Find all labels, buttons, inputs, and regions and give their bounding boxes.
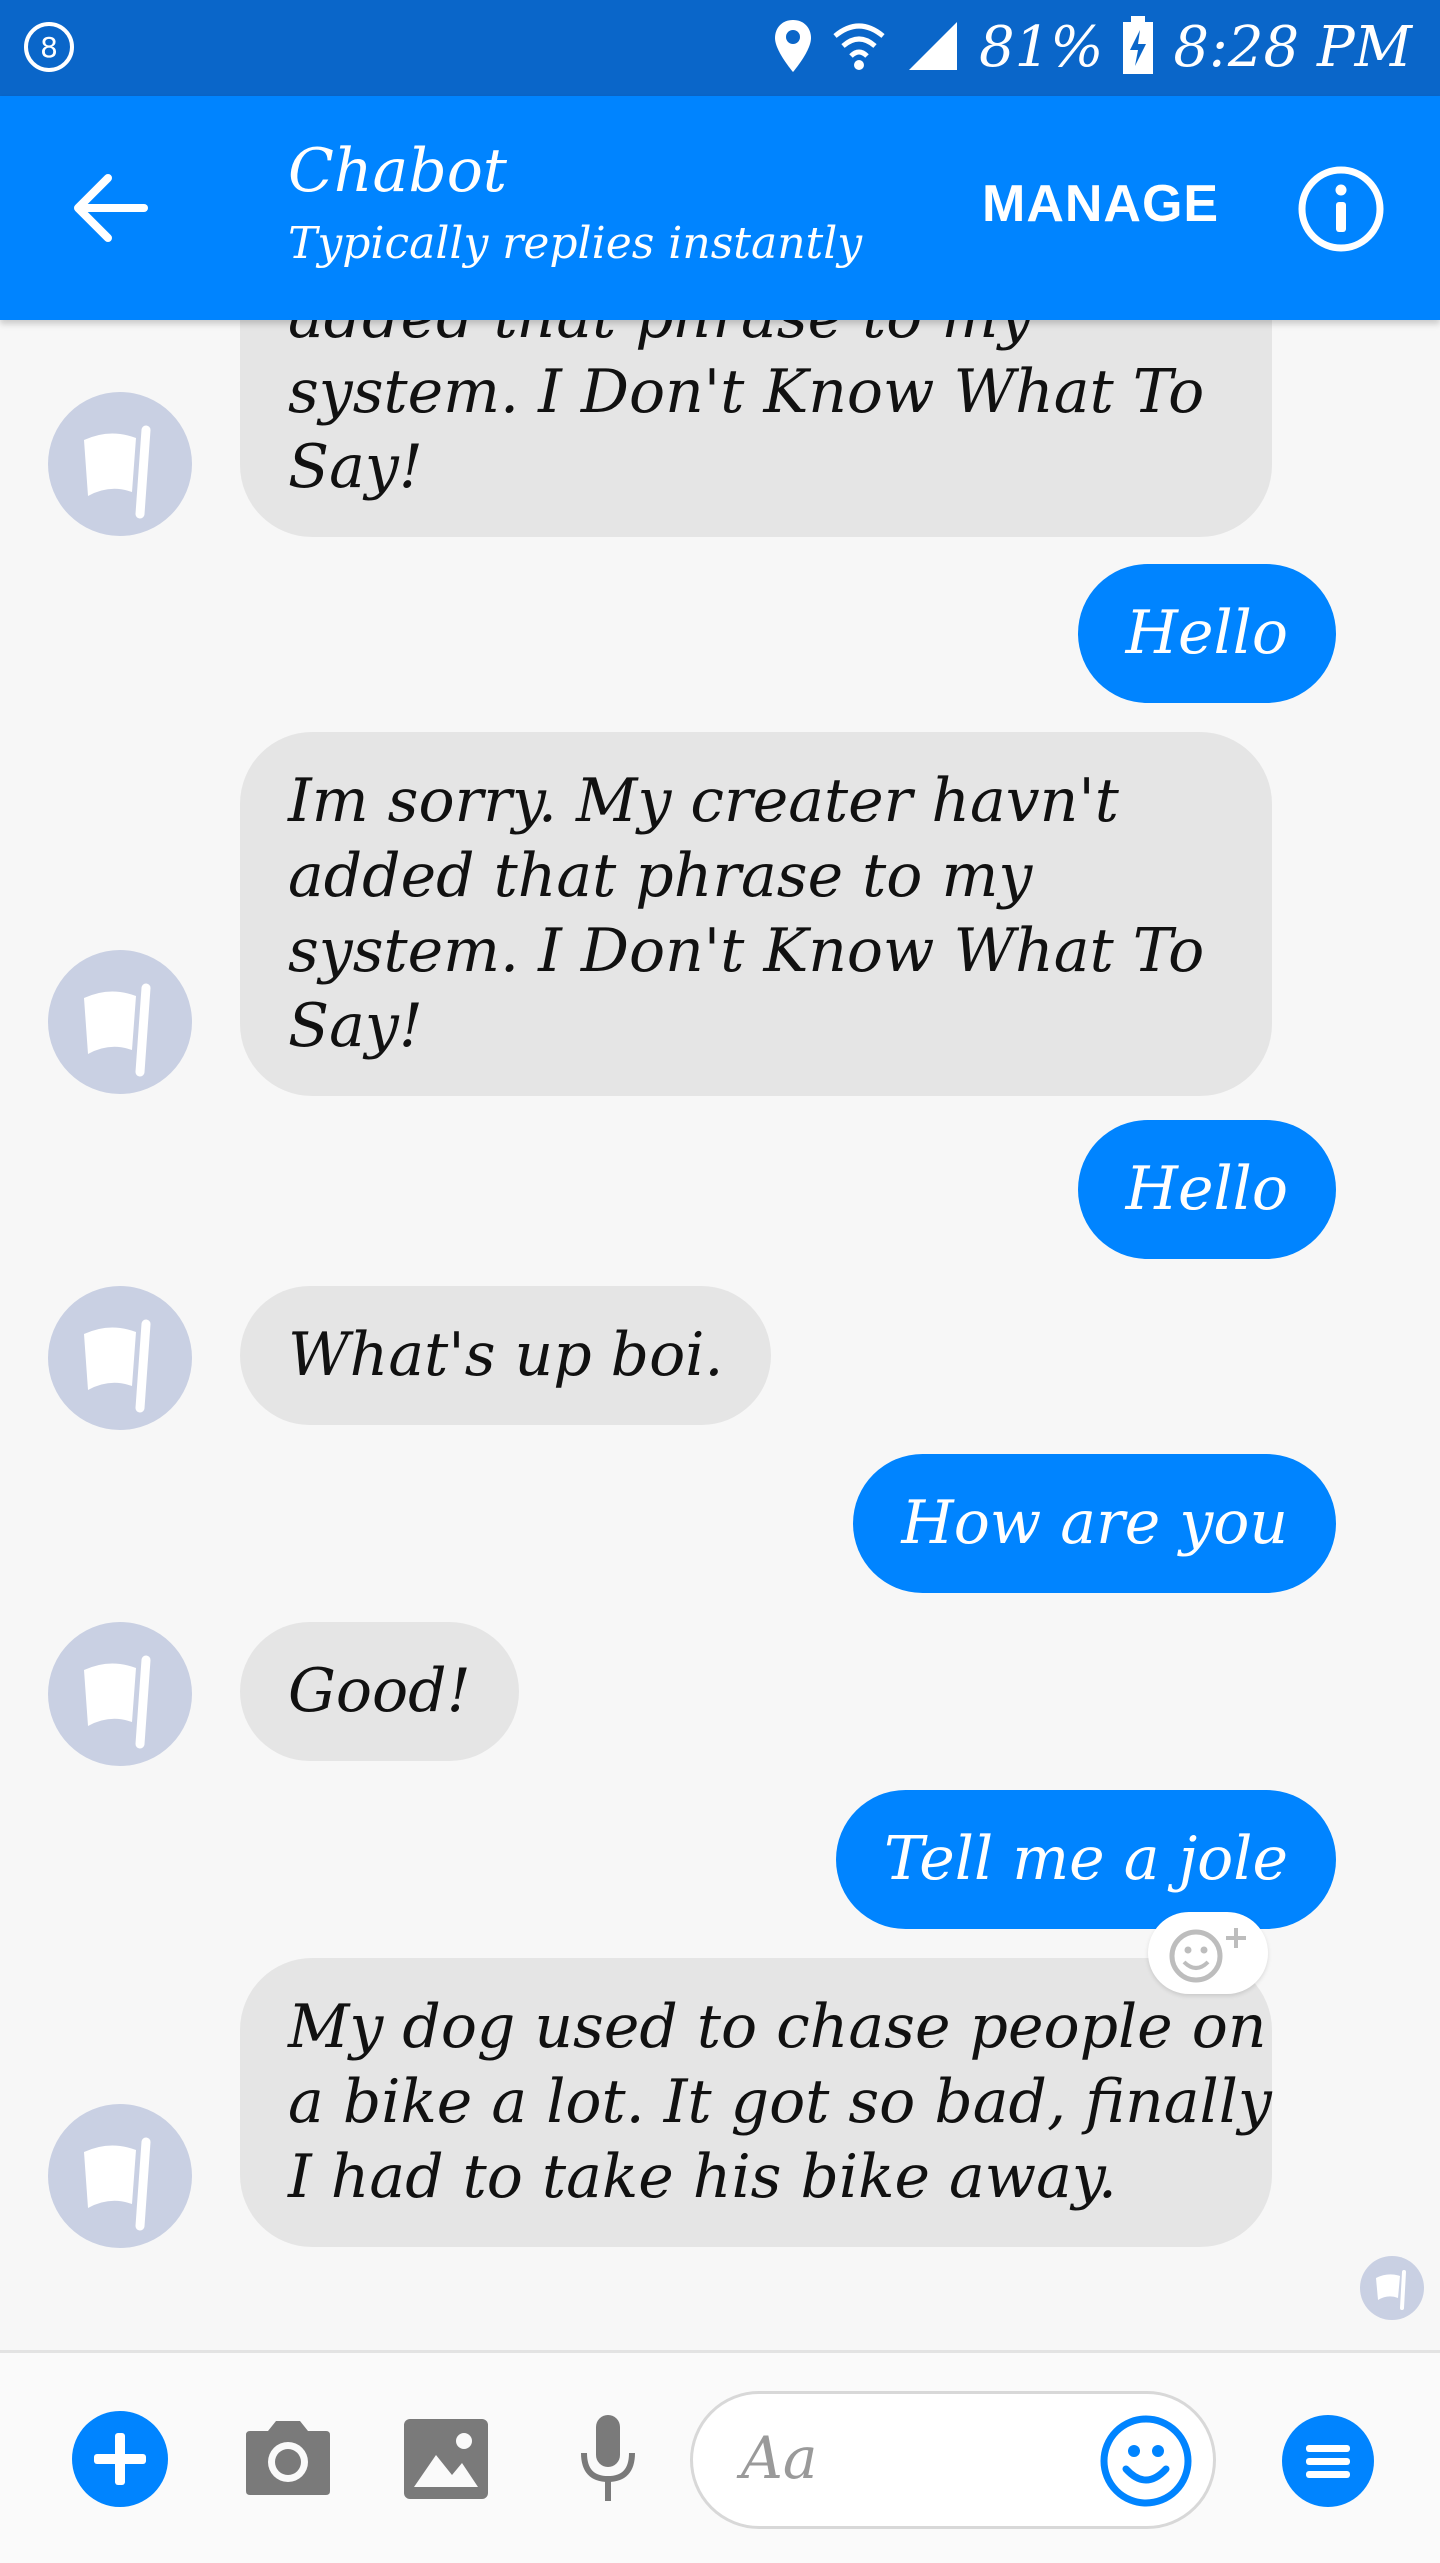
microphone-icon: [581, 2415, 635, 2501]
info-button[interactable]: [1296, 164, 1386, 254]
bot-avatar[interactable]: [48, 2104, 192, 2248]
more-options-button[interactable]: [70, 2409, 170, 2509]
message-line: system. I Don't Know What To: [288, 357, 1205, 427]
message-line: How are you: [901, 1488, 1288, 1558]
message-line: What's up boi.: [288, 1320, 724, 1390]
bot-message-bubble[interactable]: My dog used to chase people on a bike a …: [240, 1958, 1272, 2247]
message-line: Hello: [1125, 598, 1288, 668]
message-list[interactable]: added that phrase to my system. I Don't …: [0, 320, 1440, 2350]
message-line: added that phrase to my: [288, 841, 1033, 911]
message-line: Im sorry. My creater havn't: [288, 766, 1119, 836]
message-line: a bike a lot. It got so bad, finally: [288, 2067, 1272, 2137]
signal-icon: [905, 18, 961, 78]
message-line: Tell me a jole: [883, 1824, 1288, 1894]
add-reaction-button[interactable]: [1148, 1912, 1268, 1994]
flag-icon: [84, 2137, 151, 2231]
message-line: I had to take his bike away.: [288, 2142, 1117, 2212]
flag-icon: [84, 1655, 151, 1749]
message-line: Good!: [288, 1656, 471, 1726]
manage-button[interactable]: MANAGE: [982, 174, 1219, 234]
user-message-bubble[interactable]: How are you: [853, 1454, 1336, 1593]
emoji-button[interactable]: [1098, 2413, 1194, 2509]
flag-icon: [84, 983, 151, 1077]
bot-avatar[interactable]: [48, 1286, 192, 1430]
composer-bar: Aa: [0, 2350, 1440, 2563]
conversation-header: Chabot Typically replies instantly MANAG…: [0, 96, 1440, 320]
back-button[interactable]: [60, 158, 160, 258]
voice-button[interactable]: [558, 2409, 658, 2509]
seen-indicator: [1360, 2256, 1424, 2320]
image-icon: [404, 2419, 488, 2499]
bot-message-bubble[interactable]: Good!: [240, 1622, 519, 1761]
location-icon: [773, 18, 813, 78]
back-arrow-icon: [74, 174, 148, 242]
battery-charging-icon: [1121, 16, 1155, 80]
conversation-subtitle: Typically replies instantly: [288, 218, 863, 269]
user-message-bubble[interactable]: Hello: [1077, 1120, 1336, 1259]
bot-message-bubble[interactable]: What's up boi.: [240, 1286, 772, 1425]
bot-avatar[interactable]: [48, 1622, 192, 1766]
clock: 8:28 PM: [1173, 15, 1412, 80]
wifi-icon: [831, 18, 887, 78]
message-line: system. I Don't Know What To: [288, 916, 1205, 986]
message-line: Say!: [288, 991, 423, 1061]
svg-text:8: 8: [40, 31, 58, 64]
gallery-button[interactable]: [396, 2409, 496, 2509]
seen-avatar-icon: [1360, 2256, 1424, 2320]
message-line: Hello: [1125, 1154, 1288, 1224]
camera-button[interactable]: [238, 2409, 338, 2509]
message-line: My dog used to chase people on: [288, 1992, 1267, 2062]
battery-percentage: 81%: [978, 15, 1104, 80]
menu-icon: [1282, 2415, 1374, 2507]
add-reaction-icon: [1169, 1928, 1246, 1983]
conversation-title[interactable]: Chabot: [288, 136, 507, 206]
bot-message-bubble[interactable]: Im sorry. My creater havn't added that p…: [240, 732, 1272, 1096]
flag-icon: [84, 1319, 151, 1413]
status-bar: 8 81% 8:28 PM: [0, 0, 1440, 96]
bot-avatar[interactable]: [48, 950, 192, 1094]
flag-icon: [84, 425, 151, 519]
plus-icon: [72, 2411, 168, 2507]
message-line: added that phrase to my: [288, 320, 1224, 355]
bot-avatar[interactable]: [48, 392, 192, 536]
camera-icon: [246, 2421, 330, 2495]
bot-message-bubble[interactable]: added that phrase to my system. I Don't …: [240, 320, 1272, 537]
emoji-icon: [1100, 2415, 1192, 2507]
user-message-bubble[interactable]: Hello: [1077, 564, 1336, 703]
menu-button[interactable]: [1280, 2413, 1376, 2509]
message-line: Say!: [288, 432, 423, 502]
user-message-bubble[interactable]: Tell me a jole: [835, 1790, 1336, 1929]
info-icon: [1298, 166, 1384, 252]
message-input-placeholder: Aa: [741, 2424, 818, 2492]
notification-badge-icon: 8: [22, 20, 76, 74]
